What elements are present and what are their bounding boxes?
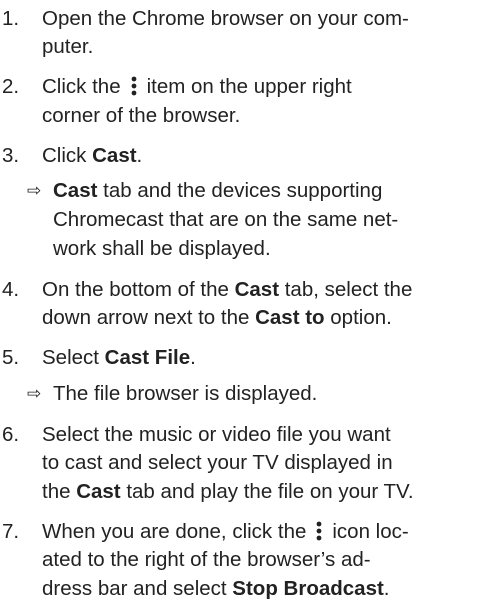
result-arrow-icon: ⇨ bbox=[27, 384, 42, 404]
instruction-list: 1. Open the Chrome browser on your com- … bbox=[2, 7, 414, 600]
kebab-menu-icon bbox=[316, 521, 322, 541]
kebab-menu-icon bbox=[131, 76, 137, 96]
result-arrow-icon: ⇨ bbox=[27, 181, 42, 201]
